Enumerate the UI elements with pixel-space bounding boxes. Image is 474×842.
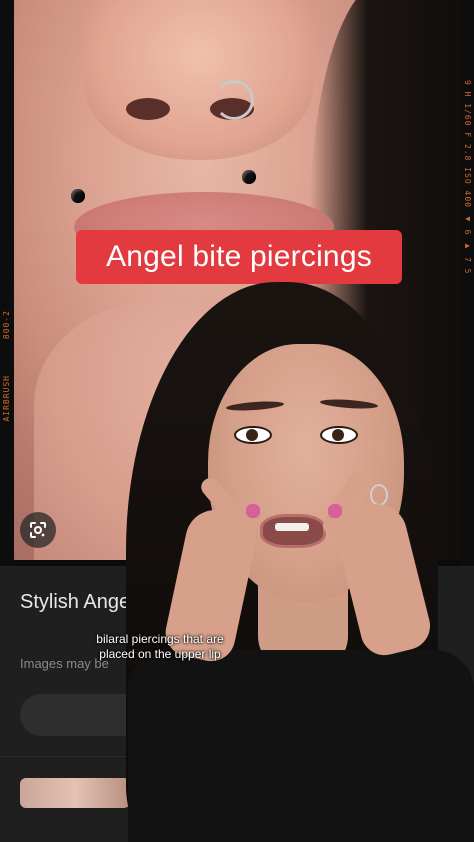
presenter-shirt (128, 650, 474, 842)
right-fingernail (328, 504, 342, 518)
left-fingernail (246, 504, 260, 518)
google-lens-icon (30, 522, 46, 538)
film-edge-exposure: 9 H 1/60 F 2.8 ISO 400 ◀ 6 ▶ 7 5 (463, 80, 472, 275)
caption-subtitle: bilaral piercings that are placed on the… (96, 632, 224, 661)
video-frame: 800-2 AIRBRUSH 9 H 1/60 F 2.8 ISO 400 ◀ … (0, 0, 474, 842)
right-angel-bite-stud (242, 170, 256, 184)
nose-ring (214, 80, 254, 120)
left-nostril (126, 98, 170, 120)
nose (84, 0, 314, 160)
presenter-mouth (260, 514, 326, 548)
lens-button[interactable] (20, 512, 56, 548)
presenter (108, 282, 474, 842)
title-banner: Angel bite piercings (76, 230, 402, 284)
hoop-earring (370, 484, 388, 506)
left-angel-bite-stud (71, 189, 85, 203)
film-edge-code: 800-2 (2, 310, 11, 340)
film-edge-brand: AIRBRUSH (2, 375, 11, 422)
right-eye (320, 426, 358, 444)
left-eye (234, 426, 272, 444)
banner-text: Angel bite piercings (106, 240, 372, 273)
